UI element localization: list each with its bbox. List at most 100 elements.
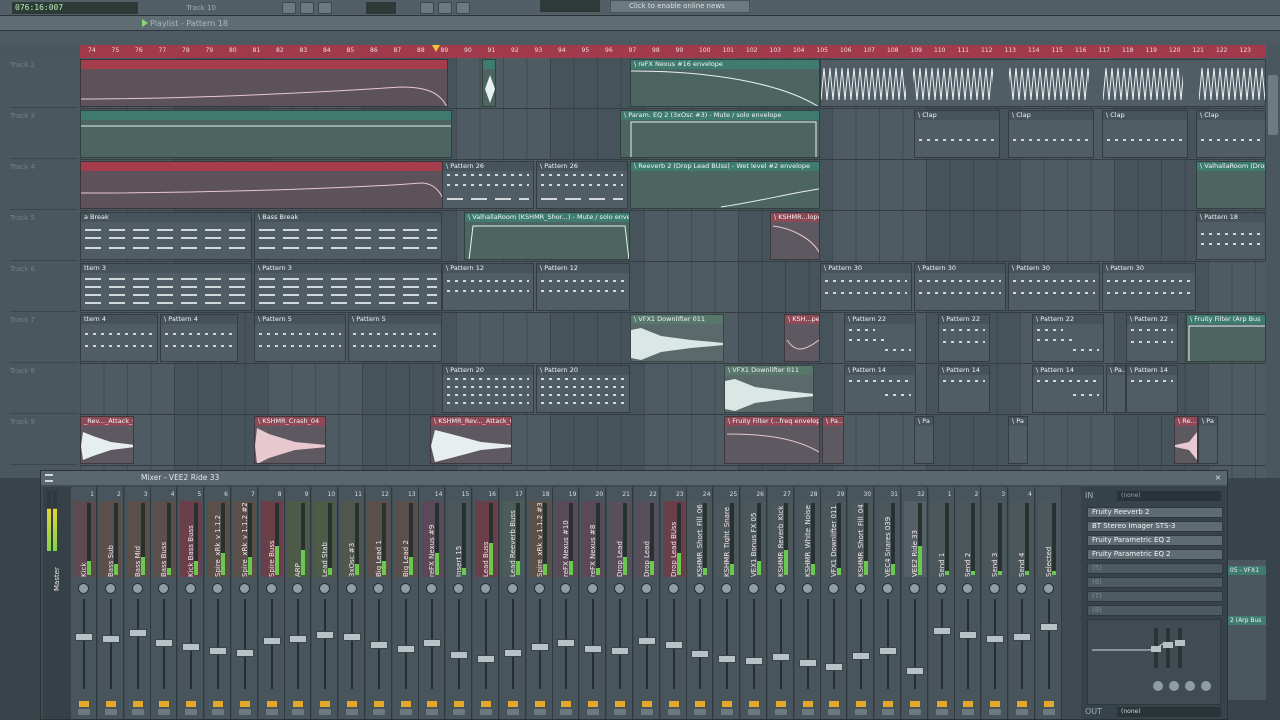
volume-fader[interactable] <box>959 631 978 639</box>
clip-vfx-downlifter[interactable]: \ VFX1 Downlifter 011 <box>630 314 724 362</box>
route-button[interactable] <box>560 709 573 715</box>
clip-valhalla-mute-envelope[interactable]: \ ValhallaRoom (KSHMR_Shor...) - Mute / … <box>464 212 630 260</box>
volume-fader[interactable] <box>611 647 629 655</box>
route-button[interactable] <box>453 709 466 715</box>
pan-knob[interactable] <box>453 583 465 594</box>
mixer-strip[interactable]: 3 Bass Mid <box>124 487 151 719</box>
volume-fader[interactable] <box>986 635 1005 643</box>
fx-enable-icon[interactable] <box>507 701 518 707</box>
clip-pattern-9[interactable]: \ Pa...9 <box>822 416 844 464</box>
route-button[interactable] <box>426 709 439 715</box>
tempo-display[interactable] <box>366 2 396 14</box>
track-label[interactable]: Track 3 <box>10 109 78 159</box>
fx-slot-empty[interactable]: (5) <box>1087 563 1223 574</box>
route-button[interactable] <box>614 709 626 715</box>
pan-knob[interactable] <box>238 583 250 594</box>
mixer-strip[interactable]: 26 VEX1 Bonus FX 05 <box>741 487 767 719</box>
fx-enable-icon[interactable] <box>883 701 893 707</box>
volume-fader[interactable] <box>235 648 254 657</box>
route-button[interactable] <box>292 709 305 715</box>
clip-pattern-26[interactable]: \ Pattern 26 <box>442 161 534 209</box>
volume-fader[interactable] <box>932 627 951 635</box>
volume-fader[interactable] <box>664 640 683 649</box>
clip-kshmr-rev-attack[interactable]: \ KSHMR_Rev..._Attack_02 <box>430 416 512 464</box>
volume-fader[interactable] <box>209 647 227 655</box>
route-button[interactable] <box>774 709 787 715</box>
fx-enable-icon[interactable] <box>105 701 116 707</box>
clip-ksh-envelope[interactable]: \ KSH...pe <box>784 314 820 362</box>
volume-fader[interactable] <box>637 637 656 646</box>
clip-reeverb-envelope[interactable]: \ Reeverb 2 (Drop Lead BUss) - Wet level… <box>630 161 820 209</box>
fx-enable-icon[interactable] <box>695 701 706 707</box>
volume-fader[interactable] <box>852 651 871 660</box>
mixer-strip[interactable]: 28 KSHMR_White_Noise <box>794 487 821 719</box>
pan-knob[interactable] <box>212 583 223 594</box>
fx-enable-icon[interactable] <box>829 701 840 707</box>
fx-enable-icon[interactable] <box>963 701 974 707</box>
clip-pattern-14[interactable]: \ Pattern 14 <box>938 365 990 413</box>
fx-enable-icon[interactable] <box>802 701 813 707</box>
clip-envelope[interactable] <box>80 59 448 107</box>
mixer-strip[interactable]: 7 Spire_xRk_v 1.1.2 #2 <box>231 487 258 719</box>
clip-pattern-3[interactable]: \ Pattern 3 <box>254 263 442 311</box>
fx-enable-icon[interactable] <box>347 701 357 707</box>
route-button[interactable] <box>587 709 600 715</box>
pan-knob[interactable] <box>667 583 679 594</box>
online-news-panel[interactable]: Click to enable online news <box>610 0 750 13</box>
fx-enable-icon[interactable] <box>186 701 197 707</box>
volume-fader[interactable] <box>798 659 817 667</box>
menu-icon[interactable] <box>45 474 53 482</box>
route-button[interactable] <box>372 709 385 715</box>
fx-slot[interactable]: Fruity Parametric EQ 2 <box>1087 549 1223 560</box>
route-button[interactable] <box>185 709 198 715</box>
eq-display[interactable] <box>1087 619 1221 705</box>
volume-fader[interactable] <box>262 637 281 646</box>
volume-fader[interactable] <box>450 651 469 659</box>
route-button[interactable] <box>908 709 921 715</box>
mixer-strip[interactable]: 30 KSHMR_Short_Fill_04 <box>848 487 875 719</box>
mixer-strip[interactable]: 6 Spire_xRk_v 1.1.2 <box>205 487 231 719</box>
scrollbar-thumb[interactable] <box>1268 75 1278 135</box>
route-button[interactable] <box>748 709 760 715</box>
fx-enable-icon[interactable] <box>213 701 223 707</box>
fx-enable-icon[interactable] <box>990 701 1001 707</box>
route-button[interactable] <box>1042 709 1055 715</box>
fx-enable-icon[interactable] <box>481 701 491 707</box>
mixer-strip[interactable]: 2 Bass Sub <box>97 487 124 719</box>
route-button[interactable] <box>104 709 117 715</box>
fx-enable-icon[interactable] <box>668 701 679 707</box>
clip-fruity-filter-freq[interactable]: \ Fruity Filter (...freq envelope <box>724 416 820 464</box>
pan-knob[interactable] <box>587 583 599 594</box>
clip-pattern-20[interactable]: \ Pattern 20 <box>536 365 630 413</box>
clip-pattern[interactable]: \ Pa <box>1198 416 1218 464</box>
volume-fader[interactable] <box>584 645 603 654</box>
clip-pattern-14[interactable]: \ Pattern 14 <box>1032 365 1104 413</box>
fx-enable-icon[interactable] <box>132 701 143 707</box>
pan-knob[interactable] <box>801 583 813 594</box>
clip-envelope[interactable] <box>80 110 452 158</box>
volume-fader[interactable] <box>182 643 201 651</box>
clip-pattern-30[interactable]: \ Pattern 30 <box>1102 263 1196 311</box>
mixer-strip[interactable]: 10 Lead Stab <box>312 487 339 719</box>
fx-enable-icon[interactable] <box>266 701 277 707</box>
wait-icon[interactable] <box>456 2 470 14</box>
pan-knob[interactable] <box>131 583 143 594</box>
mixer-strip[interactable]: 31 VEC4 Snares 039 <box>875 487 901 719</box>
mixer-strip[interactable]: 3 Send 3 <box>982 487 1009 719</box>
clip-vfx-downlifter[interactable]: \ VFX1 Downlifter 011 <box>724 365 814 413</box>
pan-knob[interactable] <box>962 583 974 594</box>
mixer-strip[interactable]: 23 Drop Lead BUss <box>660 487 687 719</box>
fx-enable-icon[interactable] <box>561 701 572 707</box>
fx-enable-icon[interactable] <box>1017 701 1027 707</box>
route-button[interactable] <box>855 709 868 715</box>
clip-pattern-20[interactable]: \ Pattern 20 <box>442 365 534 413</box>
volume-fader[interactable] <box>771 653 790 662</box>
mixer-strip[interactable]: Selected <box>1035 487 1062 719</box>
fx-enable-icon[interactable] <box>534 701 545 707</box>
clip-valhalla-envelope[interactable]: \ ValhallaRoom (Drop Le <box>1196 161 1266 209</box>
pan-knob[interactable] <box>426 583 438 594</box>
fx-slot[interactable]: Fruity Parametric EQ 2 <box>1087 535 1223 546</box>
volume-fader[interactable] <box>1013 632 1031 641</box>
route-button[interactable] <box>828 709 841 715</box>
pan-knob[interactable] <box>533 583 545 594</box>
